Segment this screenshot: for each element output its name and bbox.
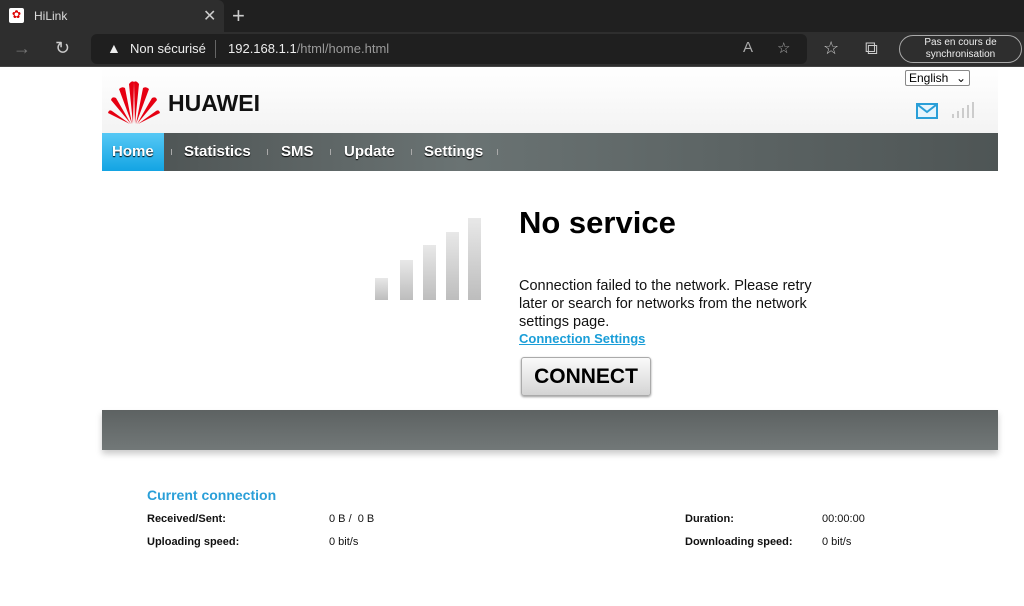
connect-button[interactable]: CONNECT xyxy=(521,357,651,396)
forward-icon[interactable]: → xyxy=(13,38,31,59)
signal-bars-icon xyxy=(375,218,481,300)
status-title: No service xyxy=(519,205,676,240)
url-path: /html/home.html xyxy=(296,41,390,56)
nav-divider xyxy=(497,149,498,155)
browser-toolbar: → ↻ ▲ Non sécurisé 192.168.1.1/html/home… xyxy=(0,32,1024,67)
nav-home[interactable]: Home xyxy=(102,133,164,171)
nav-divider xyxy=(171,149,172,155)
status-message: Connection failed to the network. Please… xyxy=(519,278,812,330)
nav-settings[interactable]: Settings xyxy=(424,133,483,171)
nav-divider xyxy=(267,149,268,155)
nav-statistics[interactable]: Statistics xyxy=(184,133,251,171)
received-sent-value: 0 B / 0 B xyxy=(329,513,375,525)
security-label[interactable]: Non sécurisé xyxy=(130,41,206,56)
sync-button[interactable]: Pas en cours de synchronisation xyxy=(899,35,1022,63)
huawei-favicon-icon: ✿ xyxy=(9,8,24,23)
warning-icon[interactable]: ▲ xyxy=(107,40,121,56)
language-select[interactable]: English ⌄ xyxy=(905,70,970,86)
nav-divider xyxy=(411,149,412,155)
language-value: English xyxy=(909,71,949,85)
divider xyxy=(215,40,216,58)
divider-band xyxy=(102,410,998,450)
add-favorite-icon[interactable]: ☆ xyxy=(777,39,790,57)
browser-tab-bar: ✿ HiLink ✕ + xyxy=(0,0,1024,32)
favorites-icon[interactable]: ☆ xyxy=(823,38,839,59)
new-tab-icon[interactable]: + xyxy=(232,3,245,29)
tab-title: HiLink xyxy=(34,9,68,23)
upload-speed-label: Uploading speed: xyxy=(147,536,240,548)
nav-divider xyxy=(330,149,331,155)
brand-name: HUAWEI xyxy=(168,90,260,116)
upload-speed-value: 0 bit/s xyxy=(329,536,359,548)
duration-label: Duration: xyxy=(685,513,734,525)
browser-tab[interactable]: ✿ HiLink ✕ xyxy=(0,0,224,32)
nav-sms[interactable]: SMS xyxy=(281,133,314,171)
chevron-down-icon: ⌄ xyxy=(955,71,966,85)
duration-value: 00:00:00 xyxy=(822,513,865,525)
download-speed-value: 0 bit/s xyxy=(822,536,852,548)
page-header: HUAWEI English ⌄ xyxy=(102,68,998,133)
close-tab-icon[interactable]: ✕ xyxy=(203,6,216,26)
download-speed-label: Downloading speed: xyxy=(685,536,793,548)
sms-envelope-icon[interactable] xyxy=(916,103,938,119)
collections-icon[interactable]: ⧉ xyxy=(865,38,878,59)
received-sent-label: Received/Sent: xyxy=(147,513,226,525)
section-title: Current connection xyxy=(147,487,277,503)
url-host: 192.168.1.1 xyxy=(228,41,297,56)
huawei-logo-icon xyxy=(108,81,160,124)
main-nav: Home Statistics SMS Update Settings xyxy=(102,133,998,171)
reload-icon[interactable]: ↻ xyxy=(55,38,70,59)
address-bar[interactable]: ▲ Non sécurisé 192.168.1.1/html/home.htm… xyxy=(91,34,807,64)
read-aloud-icon[interactable]: A xyxy=(743,39,753,56)
url-text[interactable]: 192.168.1.1/html/home.html xyxy=(228,41,389,56)
nav-update[interactable]: Update xyxy=(344,133,395,171)
signal-strength-icon xyxy=(952,102,974,118)
connection-settings-link[interactable]: Connection Settings xyxy=(519,331,645,346)
